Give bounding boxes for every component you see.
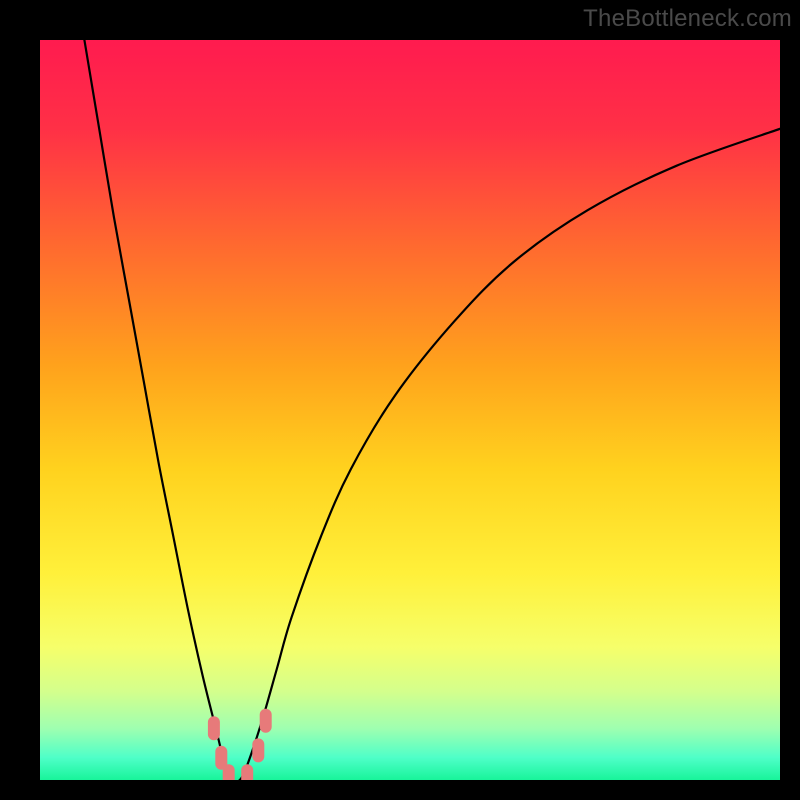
chart-frame: TheBottleneck.com — [0, 0, 800, 800]
plot-area — [40, 40, 780, 780]
gradient-background — [40, 40, 780, 780]
watermark-text: TheBottleneck.com — [583, 5, 792, 33]
